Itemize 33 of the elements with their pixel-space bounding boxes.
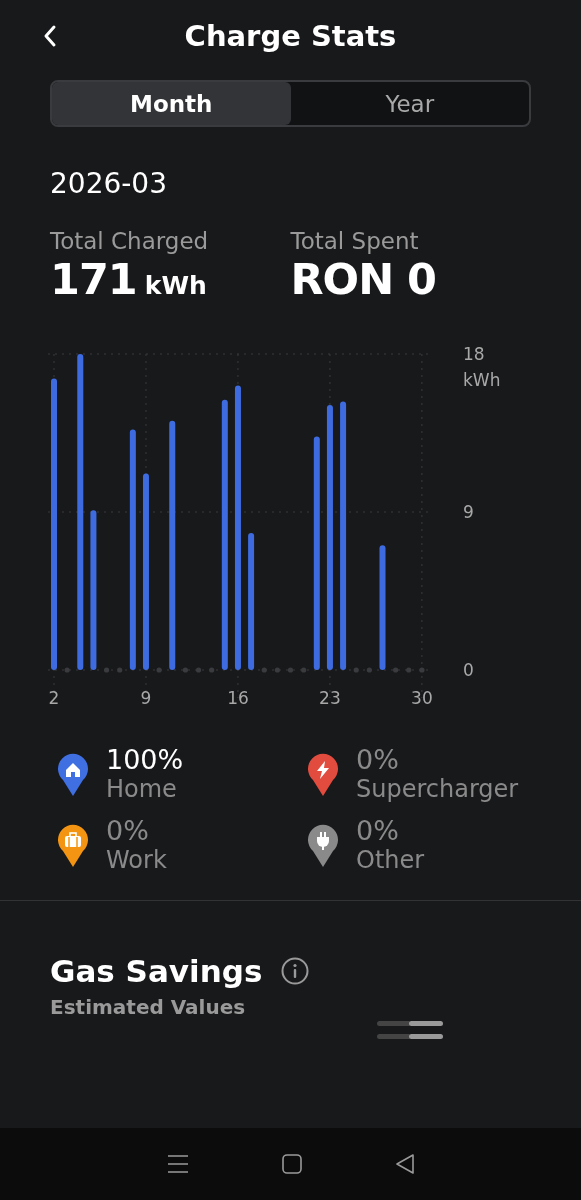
y-axis-unit: kWh [463, 370, 501, 390]
stat-label: Total Charged [50, 228, 210, 254]
stat-value: RON 0 [290, 254, 437, 304]
home-square-icon[interactable] [280, 1153, 303, 1175]
x-tick-label: 16 [227, 688, 249, 708]
y-tick-label: 0 [463, 660, 474, 680]
share-percent: 0% [356, 744, 400, 775]
section-subtitle: Estimated Values [50, 995, 247, 1019]
section-title: Gas Savings [50, 953, 263, 989]
period-label: 2026-03 [50, 167, 168, 200]
share-percent: 0% [356, 815, 400, 846]
x-tick-label: 2 [48, 688, 60, 708]
location-label: Home [106, 775, 178, 803]
share-percent: 100% [106, 744, 184, 775]
x-tick-label: 23 [319, 688, 341, 708]
location-label: Work [106, 846, 167, 874]
bar-toggle-drawing [377, 1021, 443, 1041]
period-tab[interactable]: Month [52, 82, 291, 125]
y-tick-label: 9 [463, 502, 474, 522]
stat-unit: kWh [144, 271, 207, 300]
stat-label: Total Spent [290, 228, 420, 254]
share-percent: 0% [106, 815, 150, 846]
stat-value: 171 [50, 254, 137, 304]
location-label: Supercharger [356, 775, 519, 803]
page-title: Charge Stats [184, 19, 397, 53]
x-tick-label: 9 [140, 688, 152, 708]
y-tick-label: 18 [463, 344, 485, 364]
period-tab[interactable]: Year [290, 82, 529, 125]
x-tick-label: 30 [411, 688, 433, 708]
info-icon[interactable] [280, 956, 311, 986]
menu-icon[interactable] [165, 1153, 190, 1175]
back-triangle-icon[interactable] [393, 1153, 416, 1175]
location-label: Other [356, 846, 425, 874]
